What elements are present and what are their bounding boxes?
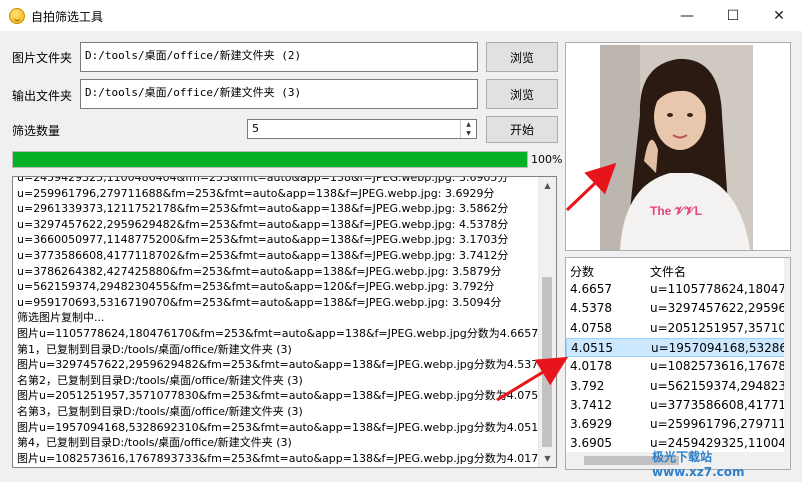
row-filename: u=1082573616,17678 [650, 359, 786, 374]
scroll-up-icon[interactable]: ▲ [539, 177, 556, 194]
results-table[interactable]: 分数 文件名 4.6657 u=1105778624,18047 4.5378 u=3… [565, 257, 791, 470]
image-folder-input[interactable]: D:/tools/桌面/office/新建文件夹 (2) [80, 42, 478, 72]
watermark: 极光下载站 www.xz7.com [652, 450, 745, 479]
table-row[interactable]: 4.0515 u=1957094168,53286 [566, 337, 788, 357]
row-score: 3.6905 [570, 436, 612, 451]
window-title: 自拍筛选工具 [31, 10, 104, 24]
count-value: 5 [252, 122, 259, 135]
row-score: 4.5378 [570, 301, 612, 316]
table-row[interactable]: 3.792 u=562159374,294823 [566, 377, 788, 396]
image-preview: The 𝓥𝓥L [565, 42, 791, 251]
minimize-button[interactable]: — [664, 0, 710, 31]
start-button[interactable]: 开始 [486, 116, 558, 143]
log-line: 名第5，已复制到目录D:/tools/桌面/office/新建文件夹 (3) [17, 466, 539, 467]
table-row[interactable]: 4.6657 u=1105778624,18047 [566, 280, 788, 299]
close-icon: ✕ [773, 7, 785, 24]
row-score: 4.6657 [570, 282, 612, 296]
preview-photo: The 𝓥𝓥L [600, 45, 753, 250]
table-vertical-scrollbar[interactable] [784, 258, 790, 453]
log-line: u=2961339373,1211752178&fm=253&fmt=auto&… [17, 202, 509, 216]
progress-percent: 100% [531, 153, 563, 166]
log-line: u=3773586608,4177118702&fm=253&fmt=auto&… [17, 248, 509, 262]
log-line: 第4，已复制到目录D:/tools/桌面/office/新建文件夹 (3) [17, 436, 292, 450]
browse-image-folder-button[interactable]: 浏览 [486, 42, 558, 72]
maximize-icon: ☐ [726, 7, 740, 24]
close-button[interactable]: ✕ [756, 0, 802, 31]
output-folder-label: 输出文件夹 [12, 89, 73, 103]
log-line: u=3786264382,427425880&fm=253&fmt=auto&a… [17, 264, 502, 278]
row-score: 4.0178 [570, 359, 612, 374]
count-spinbox[interactable]: 5 ▲ ▼ [247, 119, 477, 139]
log-line: u=2459429325,1100486404&fm=253&fmt=auto&… [17, 176, 509, 184]
log-line: u=959170693,5316719070&fm=253&fmt=auto&a… [17, 295, 502, 309]
row-filename: u=259961796,279711 [650, 417, 786, 432]
header-score[interactable]: 分数 [570, 263, 594, 280]
log-textbox[interactable]: u=2459429325,1100486404&fm=253&fmt=auto&… [12, 176, 557, 468]
log-vertical-scrollbar[interactable]: ▲ ▼ [538, 177, 556, 467]
row-filename: u=562159374,294823 [650, 378, 786, 393]
log-line: 名第3，已复制到目录D:/tools/桌面/office/新建文件夹 (3) [17, 404, 303, 418]
table-row[interactable]: 4.0178 u=1082573616,17678 [566, 357, 788, 376]
row-filename: u=1105778624,18047 [650, 282, 786, 296]
row-score: 4.0758 [570, 320, 612, 335]
log-line: 图片u=1957094168,5328692310&fm=253&fmt=aut… [17, 420, 539, 434]
row-filename: u=3297457622,29596 [650, 301, 786, 316]
log-line: 图片u=2051251957,3571077830&fm=253&fmt=aut… [17, 389, 539, 403]
progress-fill [13, 152, 527, 167]
log-line: u=3660050977,1148775200&fm=253&fmt=auto&… [17, 233, 509, 247]
log-line: 名第2，已复制到目录D:/tools/桌面/office/新建文件夹 (3) [17, 373, 303, 387]
log-lines: u=2459429325,1100486404&fm=253&fmt=auto&… [17, 176, 539, 467]
minimize-icon: — [680, 7, 694, 24]
browse-output-folder-button[interactable]: 浏览 [486, 79, 558, 109]
row-filename: u=3773586608,41771 [650, 397, 786, 412]
row-filename: u=2051251957,35710 [650, 320, 786, 335]
log-scroll-thumb[interactable] [542, 277, 552, 447]
count-label: 筛选数量 [12, 124, 61, 138]
row-score: 3.792 [570, 378, 605, 393]
image-folder-label: 图片文件夹 [12, 51, 73, 65]
spin-arrows[interactable]: ▲ ▼ [460, 120, 476, 138]
row-score: 4.0515 [571, 340, 613, 355]
scroll-down-icon[interactable]: ▼ [539, 450, 556, 467]
row-score: 3.6929 [570, 417, 612, 432]
app-smiley-icon [9, 8, 25, 24]
spin-down-icon[interactable]: ▼ [461, 129, 476, 138]
log-line: u=259961796,279711688&fm=253&fmt=auto&ap… [17, 186, 495, 200]
row-filename: u=1957094168,53286 [651, 340, 787, 355]
table-row[interactable]: 4.0758 u=2051251957,35710 [566, 319, 788, 338]
table-row[interactable]: 3.7412 u=3773586608,41771 [566, 396, 788, 415]
log-line: u=3297457622,2959629482&fm=253&fmt=auto&… [17, 217, 509, 231]
log-line: 图片u=1082573616,1767893733&fm=253&fmt=aut… [17, 451, 539, 465]
log-line: u=562159374,2948230455&fm=253&fmt=auto&a… [17, 280, 495, 294]
row-score: 3.7412 [570, 397, 612, 412]
header-filename[interactable]: 文件名 [650, 263, 686, 280]
progress-bar [12, 151, 528, 168]
table-header: 分数 文件名 [566, 258, 786, 280]
table-row[interactable]: 3.6929 u=259961796,279711 [566, 415, 788, 434]
log-line: 图片u=3297457622,2959629482&fm=253&fmt=aut… [17, 358, 539, 372]
log-line: 图片u=1105778624,180476170&fm=253&fmt=auto… [17, 326, 539, 340]
table-row[interactable]: 4.5378 u=3297457622,29596 [566, 299, 788, 318]
spin-up-icon[interactable]: ▲ [461, 120, 476, 129]
maximize-button[interactable]: ☐ [710, 0, 756, 31]
log-line: 筛选图片复制中... [17, 311, 105, 325]
title-bar: 自拍筛选工具 — ☐ ✕ [0, 0, 802, 31]
log-line: 第1，已复制到目录D:/tools/桌面/office/新建文件夹 (3) [17, 342, 292, 356]
shirt-text: The 𝓥𝓥L [650, 204, 702, 218]
output-folder-input[interactable]: D:/tools/桌面/office/新建文件夹 (3) [80, 79, 478, 109]
portrait-image: The 𝓥𝓥L [600, 45, 753, 250]
